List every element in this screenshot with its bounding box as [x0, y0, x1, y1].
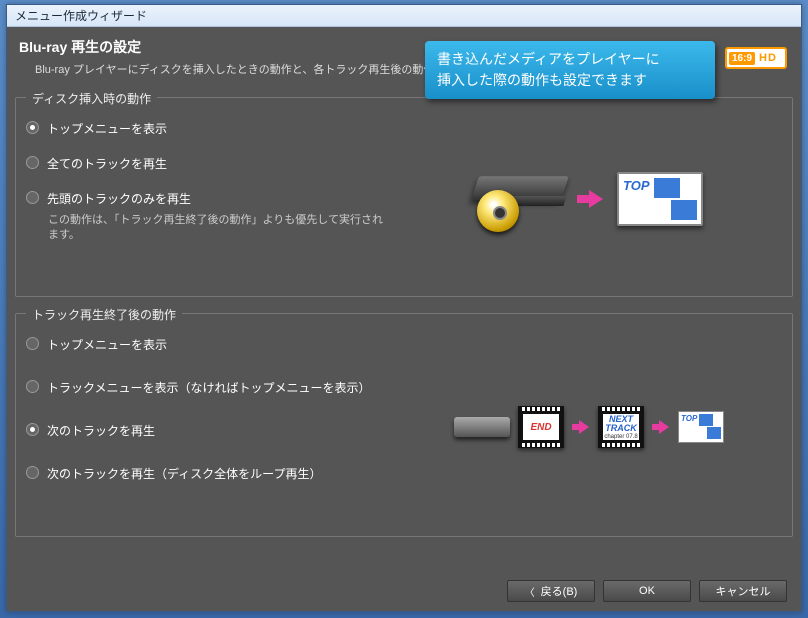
- radio-end-play-next[interactable]: 次のトラックを再生: [26, 422, 386, 439]
- cancel-button-label: キャンセル: [716, 583, 771, 599]
- aspect-ratio-label: 16:9: [729, 52, 755, 65]
- tv-top-label: TOP: [623, 178, 650, 198]
- radio-end-show-top[interactable]: トップメニューを表示: [26, 336, 386, 353]
- tv-small-label: TOP: [681, 414, 697, 426]
- player-tray-icon: [454, 417, 510, 437]
- radio-show-top-menu[interactable]: トップメニューを表示: [26, 120, 386, 137]
- group1-option-wrap-0: トップメニューを表示: [26, 120, 386, 137]
- tv-icon: TOP: [617, 172, 703, 226]
- window-titlebar: メニュー作成ウィザード: [7, 5, 801, 27]
- arrow-right-icon: [652, 420, 670, 434]
- ok-button[interactable]: OK: [603, 580, 691, 602]
- radio-icon: [26, 380, 39, 393]
- radio-icon: [26, 337, 39, 350]
- radio-icon: [26, 191, 39, 204]
- radio-label: 先頭のトラックのみを再生: [47, 190, 191, 207]
- radio-play-first-track[interactable]: 先頭のトラックのみを再生: [26, 190, 386, 207]
- tv-small-icon: TOP: [678, 411, 724, 443]
- disc-icon: [477, 190, 519, 232]
- window-title: メニュー作成ウィザード: [15, 9, 147, 23]
- callout-line2: 挿入した際の動作も設定できます: [437, 70, 703, 91]
- hd-label: HD: [759, 52, 777, 64]
- radio-icon: [26, 423, 39, 436]
- group1-illustration: TOP: [396, 114, 782, 284]
- arrow-right-icon: [572, 420, 590, 434]
- radio-label: 全てのトラックを再生: [47, 155, 167, 172]
- group2-options: トップメニューを表示 トラックメニューを表示（なければトップメニューを表示） 次…: [26, 330, 386, 524]
- arrow-right-icon: [577, 190, 605, 208]
- info-callout: 書き込んだメディアをプレイヤーに 挿入した際の動作も設定できます: [425, 41, 715, 99]
- back-button[interactable]: 〈 戻る(B): [507, 580, 595, 602]
- track-flow-illustration: END NEXT TRACK chapter 07.8: [454, 406, 724, 448]
- group2-title: トラック再生終了後の動作: [26, 306, 182, 323]
- group-disc-insert: ディスク挿入時の動作 トップメニューを表示 全てのトラックを再生: [15, 97, 793, 297]
- disc-to-tv-illustration: TOP: [475, 172, 703, 226]
- radio-icon: [26, 156, 39, 169]
- film-next-icon: NEXT TRACK chapter 07.8: [598, 406, 644, 448]
- back-button-label: 戻る(B): [541, 583, 578, 599]
- radio-label: 次のトラックを再生: [47, 422, 155, 439]
- groups-container: ディスク挿入時の動作 トップメニューを表示 全てのトラックを再生: [11, 83, 797, 575]
- radio-label: トップメニューを表示: [47, 336, 167, 353]
- wizard-window: メニュー作成ウィザード Blu-ray 再生の設定 Blu-ray プレイヤーに…: [6, 4, 802, 612]
- radio-label: 次のトラックを再生（ディスク全体をループ再生）: [47, 465, 321, 482]
- radio-icon: [26, 466, 39, 479]
- disc-drive-icon: [475, 176, 565, 222]
- radio-label: トラックメニューを表示（なければトップメニューを表示）: [47, 379, 371, 396]
- cancel-button[interactable]: キャンセル: [699, 580, 787, 602]
- group-track-end: トラック再生終了後の動作 トップメニューを表示 トラックメニューを表示（なければ…: [15, 313, 793, 537]
- group1-options: トップメニューを表示 全てのトラックを再生 先頭のトラックのみを再生: [26, 114, 386, 284]
- radio-icon: [26, 121, 39, 134]
- radio-note: この動作は、「トラック再生終了後の動作」よりも優先して実行されます。: [48, 213, 386, 244]
- film-end-icon: END: [518, 406, 564, 448]
- group1-option-wrap-2: 先頭のトラックのみを再生 この動作は、「トラック再生終了後の動作」よりも優先して…: [26, 190, 386, 244]
- group1-title: ディスク挿入時の動作: [26, 90, 157, 107]
- radio-play-all-tracks[interactable]: 全てのトラックを再生: [26, 155, 386, 172]
- film-next-line2: TRACK: [605, 424, 637, 433]
- content-area: Blu-ray 再生の設定 Blu-ray プレイヤーにディスクを挿入したときの…: [7, 27, 801, 611]
- hd-badge: 16:9 HD: [725, 47, 787, 69]
- radio-label: トップメニューを表示: [47, 120, 167, 137]
- group1-option-wrap-1: 全てのトラックを再生: [26, 155, 386, 172]
- group2-illustration: END NEXT TRACK chapter 07.8: [396, 330, 782, 524]
- chevron-left-icon: 〈: [525, 584, 535, 599]
- callout-line1: 書き込んだメディアをプレイヤーに: [437, 49, 703, 70]
- film-next-chapter: chapter 07.8: [604, 434, 637, 440]
- radio-end-play-next-loop[interactable]: 次のトラックを再生（ディスク全体をループ再生）: [26, 465, 386, 482]
- film-end-label: END: [523, 414, 559, 440]
- ok-button-label: OK: [639, 585, 655, 597]
- radio-end-show-track-menu[interactable]: トラックメニューを表示（なければトップメニューを表示）: [26, 379, 386, 396]
- wizard-footer: 〈 戻る(B) OK キャンセル: [11, 575, 797, 607]
